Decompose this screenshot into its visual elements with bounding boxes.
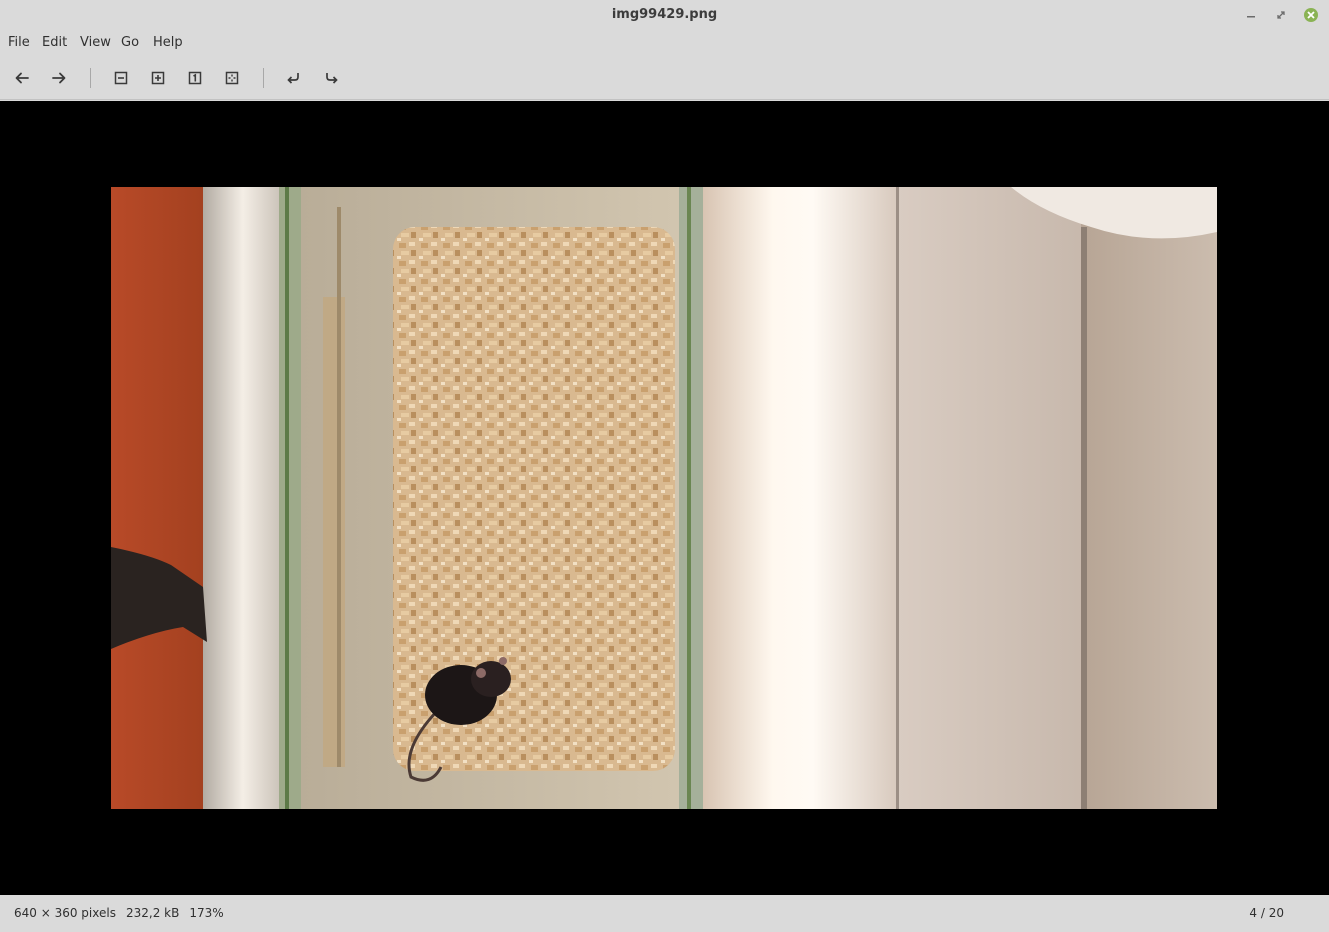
zoom-100-button[interactable] [183,66,207,90]
minimize-icon [1247,16,1255,18]
menu-help[interactable]: Help [145,30,191,56]
image-dimensions: 640 × 360 pixels [14,906,116,920]
menu-bar: File Edit View Go Help [0,30,1329,56]
minimize-button[interactable] [1242,6,1260,24]
rotate-left-icon [287,73,299,84]
menu-edit[interactable]: Edit [34,30,75,56]
title-bar: img99429.png [0,0,1329,30]
menu-go[interactable]: Go [113,30,147,56]
toolbar [0,56,1329,100]
toolbar-separator [90,68,91,88]
toolbar-separator [263,68,264,88]
close-icon [1304,8,1318,22]
zoom-original-icon [188,71,202,85]
rotate-right-button[interactable] [320,66,344,90]
zoom-level: 173% [189,906,224,920]
zoom-out-icon [114,71,128,85]
image-filesize: 232,2 kB [125,906,180,920]
forward-button[interactable] [47,66,71,90]
restore-button[interactable] [1272,6,1290,24]
rotate-right-icon [326,73,338,84]
zoom-fit-button[interactable] [220,66,244,90]
rotate-left-button[interactable] [281,66,305,90]
close-button[interactable] [1302,6,1320,24]
zoom-fit-icon [225,71,239,85]
restore-icon [1277,11,1285,19]
menu-view[interactable]: View [72,30,119,56]
menu-file[interactable]: File [0,30,38,56]
zoom-in-icon [151,71,165,85]
arrow-left-icon [15,72,29,84]
displayed-image [111,187,1217,809]
zoom-out-button[interactable] [109,66,133,90]
image-position: 4 / 20 [1249,906,1284,920]
zoom-in-button[interactable] [146,66,170,90]
window-title: img99429.png [611,7,718,22]
back-button[interactable] [10,66,34,90]
arrow-right-icon [52,72,66,84]
image-info: 640 × 360 pixels 232,2 kB 173% [14,895,234,932]
status-bar: 640 × 360 pixels 232,2 kB 173% 4 / 20 [0,895,1329,932]
image-viewport[interactable] [0,101,1329,895]
